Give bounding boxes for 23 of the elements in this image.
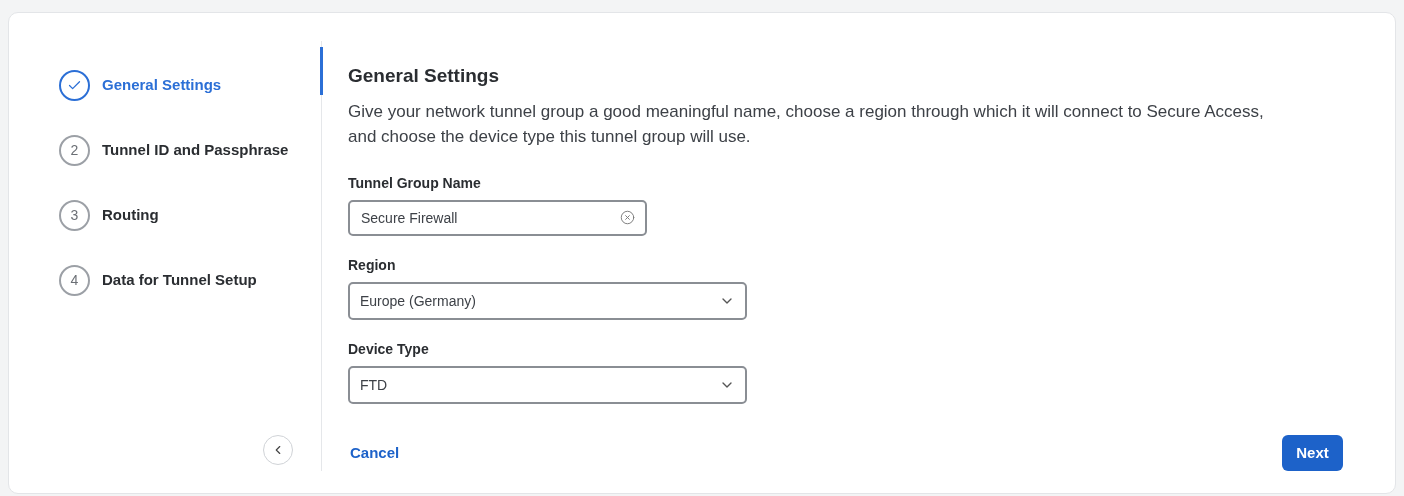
step-label: Routing — [102, 204, 159, 225]
dropdown-field[interactable]: FTD — [348, 366, 747, 404]
clear-icon[interactable] — [620, 210, 635, 225]
wizard-step[interactable]: 3 Routing — [59, 200, 295, 230]
step-label: Data for Tunnel Setup — [102, 269, 257, 290]
step-label: Tunnel ID and Passphrase — [102, 139, 289, 160]
section-description: Give your network tunnel group a good meaningful name, choose a region through which it will connect to Secure Access, and choose the device type this tunnel group will use. — [348, 101, 1265, 148]
field-label: Device Type — [348, 340, 430, 359]
step-number: 4 — [59, 264, 90, 296]
field-label: Tunnel Group Name — [348, 174, 482, 193]
dropdown-field[interactable]: Europe (Germany) — [348, 282, 747, 320]
step-number: 2 — [59, 134, 90, 166]
active-step-indicator — [320, 47, 323, 95]
text-field[interactable]: Secure Firewall — [348, 200, 647, 236]
step-number: 3 — [59, 199, 90, 231]
step-label: General Settings — [102, 74, 222, 95]
wizard-step[interactable]: 4 Data for Tunnel Setup — [59, 265, 295, 295]
cancel-link[interactable]: Cancel — [350, 441, 400, 465]
wizard-step[interactable]: 2 Tunnel ID and Passphrase — [59, 135, 295, 165]
section-heading: General Settings — [348, 64, 500, 88]
next-button[interactable]: Next — [1282, 435, 1343, 471]
field-label: Region — [348, 256, 397, 275]
wizard-step[interactable]: General Settings — [59, 70, 295, 100]
